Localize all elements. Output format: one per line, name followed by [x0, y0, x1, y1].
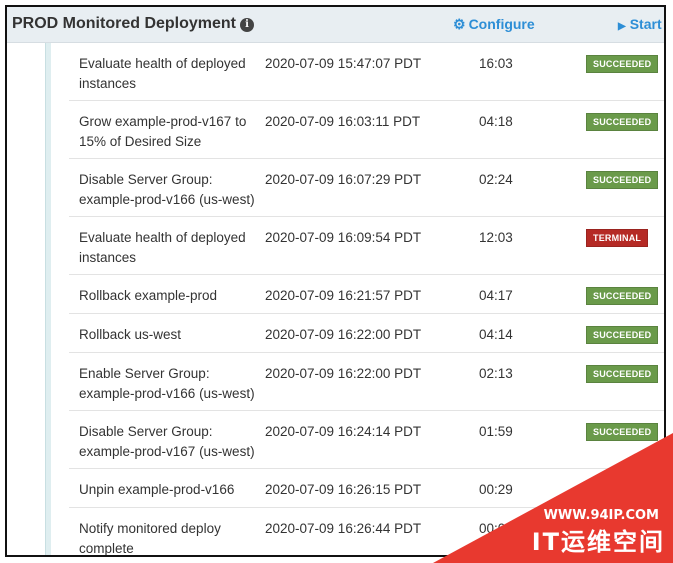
play-icon: ▶ [618, 21, 626, 32]
pipeline-title-text: PROD Monitored Deployment [12, 15, 237, 32]
stage-start-time: 2020-07-09 16:22:00 PDT [265, 327, 422, 342]
stage-start-time: 2020-07-09 16:09:54 PDT [265, 230, 422, 245]
table-row[interactable]: Grow example-prod-v167 to 15% of Desired… [69, 101, 664, 159]
status-badge: SUCCEEDED [586, 287, 659, 305]
status-badge: TERMINAL [586, 229, 649, 247]
watermark-url: WWW.94IP.COM [543, 508, 659, 523]
stage-start-time: 2020-07-09 16:03:11 PDT [265, 114, 421, 129]
watermark-text: IT运维空间 [531, 528, 665, 556]
table-row[interactable]: Evaluate health of deployed instances 20… [69, 217, 664, 275]
start-label: Start [629, 16, 662, 32]
status-badge: SUCCEEDED [586, 55, 659, 73]
stage-duration: 16:03 [479, 56, 513, 71]
stage-name: Unpin example-prod-v166 [79, 482, 235, 497]
stage-start-time: 2020-07-09 16:24:14 PDT [265, 424, 422, 439]
table-row[interactable]: Enable Server Group: example-prod-v166 (… [69, 353, 664, 411]
stage-duration: 02:24 [479, 172, 513, 187]
stage-name: Evaluate health of deployed instances [79, 56, 246, 91]
start-button[interactable]: ▶ Start [618, 16, 662, 32]
stage-name: Notify monitored deploy complete [79, 521, 221, 556]
pipeline-title: PROD Monitored Deployment i [12, 15, 255, 33]
configure-button[interactable]: ⚙ Configure [453, 16, 535, 33]
stage-duration: 04:17 [479, 288, 513, 303]
status-badge: SUCCEEDED [586, 113, 659, 131]
table-row[interactable]: Rollback us-west 2020-07-09 16:22:00 PDT… [69, 314, 664, 353]
stage-name: Evaluate health of deployed instances [79, 230, 246, 265]
status-badge: SUCCEEDED [586, 171, 659, 189]
gear-icon: ⚙ [453, 16, 466, 32]
table-row[interactable]: Evaluate health of deployed instances 20… [69, 43, 664, 101]
stage-duration: 12:03 [479, 230, 513, 245]
stage-name: Disable Server Group: example-prod-v166 … [79, 172, 255, 207]
info-icon[interactable]: i [240, 18, 255, 32]
stage-name: Rollback example-prod [79, 288, 218, 303]
stage-start-time: 2020-07-09 16:22:00 PDT [265, 366, 422, 381]
stage-duration: 02:13 [479, 366, 513, 381]
configure-label: Configure [468, 16, 535, 32]
table-row[interactable]: Rollback example-prod 2020-07-09 16:21:5… [69, 275, 664, 314]
stage-duration: 04:14 [479, 327, 513, 342]
stage-start-time: 2020-07-09 16:21:57 PDT [265, 288, 422, 303]
stage-start-time: 2020-07-09 16:26:44 PDT [265, 521, 422, 536]
status-badge: SUCCEEDED [586, 326, 659, 344]
stage-name: Disable Server Group: example-prod-v167 … [79, 424, 255, 459]
watermark: WWW.94IP.COM IT运维空间 [433, 433, 673, 563]
panel-header: PROD Monitored Deployment i ⚙ Configure ▶ S… [7, 7, 664, 43]
stage-start-time: 2020-07-09 16:07:29 PDT [265, 172, 422, 187]
stage-start-time: 2020-07-09 16:26:15 PDT [265, 482, 422, 497]
stage-rail [45, 43, 51, 555]
stage-name: Enable Server Group: example-prod-v166 (… [79, 366, 255, 401]
status-badge: SUCCEEDED [586, 365, 659, 383]
table-row[interactable]: Disable Server Group: example-prod-v166 … [69, 159, 664, 217]
stage-name: Grow example-prod-v167 to 15% of Desired… [79, 114, 247, 149]
stage-name: Rollback us-west [79, 327, 182, 342]
stage-duration: 04:18 [479, 114, 513, 129]
stage-start-time: 2020-07-09 15:47:07 PDT [265, 56, 422, 71]
